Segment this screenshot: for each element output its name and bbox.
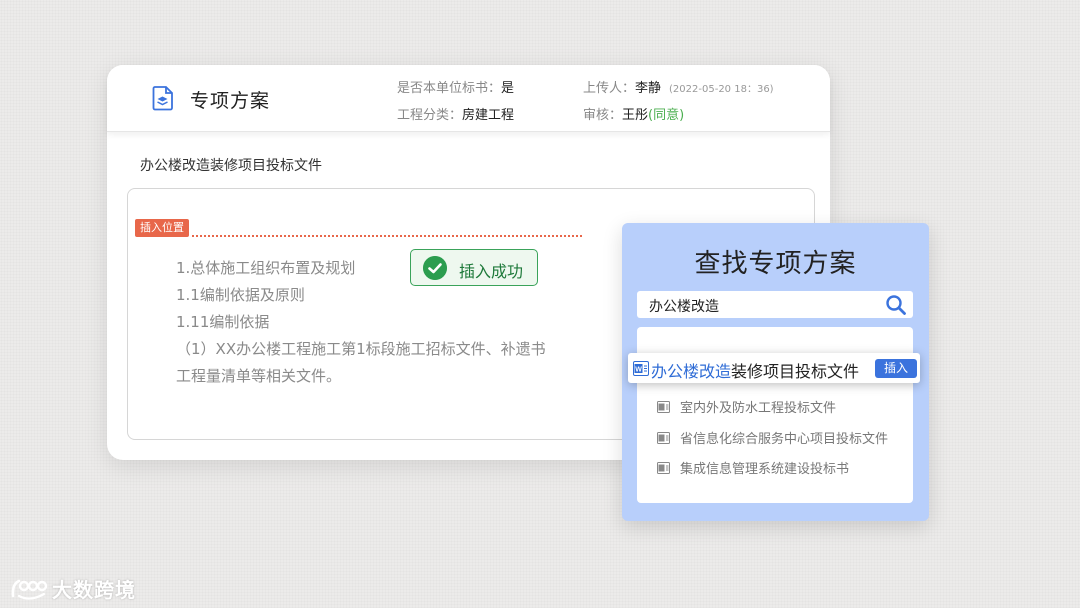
highlighted-result[interactable]: W 办公楼改造装修项目投标文件 插入 [628,353,920,383]
upload-timestamp: (2022-05-20 18：36) [669,84,774,95]
bid-flag: 是否本单位标书：是 [397,77,514,96]
toast-text: 插入成功 [459,262,524,281]
content-line: 工程量清单等相关文件。 [176,367,342,385]
bid-flag-value: 是 [501,81,515,96]
result-label: 省信息化综合服务中心项目投标文件 [680,432,889,447]
word-file-icon: W [633,361,649,376]
word-file-icon [657,432,670,444]
uploader-label: 上传人： [583,81,636,96]
match-text: 办公楼改造 [651,362,732,381]
content-line: （1）XX办公楼工程施工第1标段施工招标文件、补遗书 [176,340,546,358]
insert-marker-line [192,235,582,237]
word-file-icon [657,462,670,474]
search-icon[interactable] [885,294,907,316]
card-header: 专项方案 是否本单位标书：是 工程分类：房建工程 上传人：李静 (2022-05-… [107,65,830,132]
category-label: 工程分类： [397,108,463,123]
result-label: 室内外及防水工程投标文件 [680,401,837,416]
content-line: 1.1编制依据及原则 [176,286,305,304]
category-value: 房建工程 [462,108,515,123]
search-input[interactable]: 办公楼改造 [637,291,913,318]
result-item[interactable]: 室内外及防水工程投标文件 [657,397,836,416]
bid-flag-label: 是否本单位标书： [397,81,502,96]
svg-text:W: W [635,367,642,374]
highlighted-result-name: 办公楼改造装修项目投标文件 [651,358,859,382]
check-circle-icon [423,256,447,280]
insert-success-toast: 插入成功 [410,249,538,286]
reviewer-label: 审核： [583,108,623,123]
reviewer-value: 王彤 [622,108,649,123]
insert-position-tag: 插入位置 [135,219,189,237]
search-query: 办公楼改造 [649,299,719,315]
reviewer: 审核：王彤(同意) [583,104,684,123]
review-status: (同意) [648,108,685,123]
result-item[interactable]: 集成信息管理系统建设投标书 [657,458,849,477]
content-line: 1.11编制依据 [176,313,270,331]
insert-button[interactable]: 插入 [875,359,917,378]
document-name: 办公楼改造装修项目投标文件 [140,158,322,174]
result-item[interactable]: 省信息化综合服务中心项目投标文件 [657,428,888,447]
panel-title: 查找专项方案 [694,249,857,279]
word-file-icon [657,401,670,413]
document-stack-icon [152,86,173,111]
result-label: 集成信息管理系统建设投标书 [680,462,850,477]
card-title: 专项方案 [190,90,271,112]
category: 工程分类：房建工程 [397,104,514,123]
uploader: 上传人：李静 (2022-05-20 18：36) [583,77,774,96]
brand-logo-icon [11,579,48,600]
uploader-value: 李静 [635,81,662,96]
watermark-text: 大数跨境 [52,578,136,602]
rest-text: 装修项目投标文件 [731,362,860,381]
